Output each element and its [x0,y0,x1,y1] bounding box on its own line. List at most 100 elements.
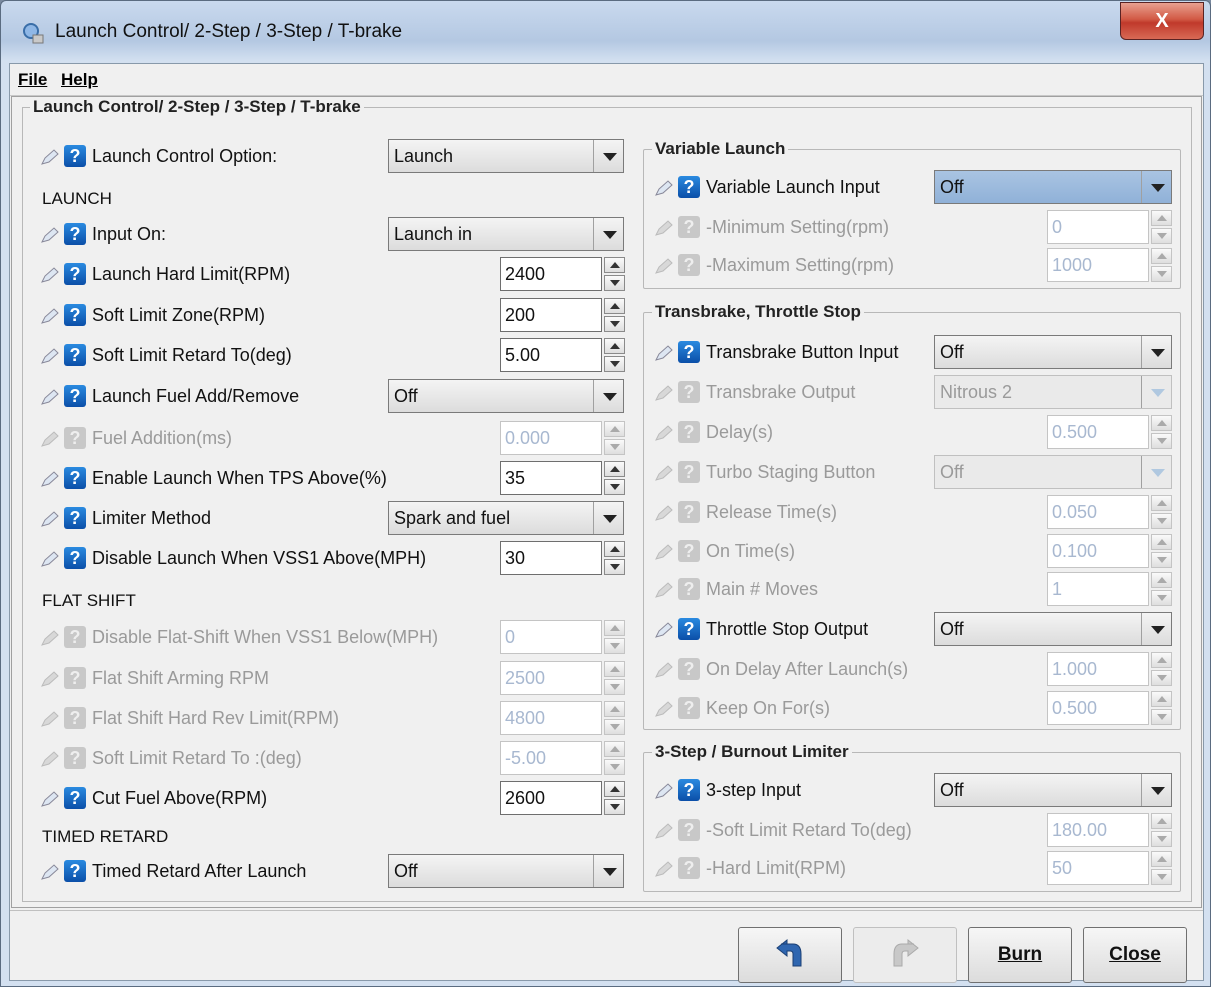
label: Disable Launch When VSS1 Above(MPH) [92,548,427,568]
enable-tps-spinner[interactable]: 35 [500,461,626,495]
pencil-icon[interactable] [40,470,60,488]
disable-vss-spinner[interactable]: 30 [500,541,626,575]
spinner-value[interactable]: 2600 [500,781,602,815]
undo-button[interactable] [738,927,842,983]
help-icon[interactable]: ? [64,385,86,407]
burn-button[interactable]: Burn [968,927,1072,983]
chevron-down-icon [1141,456,1171,488]
spinner-up-icon [1151,248,1172,264]
help-icon[interactable]: ? [678,779,700,801]
spinner-down-icon [604,679,625,695]
spinner-value[interactable]: 30 [500,541,602,575]
close-window-button[interactable]: X [1120,2,1204,40]
spinner-down-icon[interactable] [604,275,625,291]
row-flat-soft-retard: ? Soft Limit Retard To :(deg) [40,741,500,775]
pencil-icon[interactable] [654,344,674,362]
select-value: Spark and fuel [394,508,511,528]
redo-button [853,927,957,983]
timed-retard-select[interactable]: Off [388,854,624,888]
pencil-icon[interactable] [40,388,60,406]
row-turbo-staging: ? Turbo Staging Button [654,455,944,489]
pencil-icon[interactable] [40,266,60,284]
help-icon[interactable]: ? [64,787,86,809]
pencil-icon[interactable] [40,347,60,365]
help-icon[interactable]: ? [678,176,700,198]
spinner-down-icon[interactable] [604,356,625,372]
fuel-add-remove-select[interactable]: Off [388,379,624,413]
spinner-value[interactable]: 5.00 [500,338,602,372]
help-icon[interactable]: ? [64,547,86,569]
spinner-value[interactable]: 2400 [500,257,602,291]
menu-bar: File Help [10,64,1203,96]
spinner-value[interactable]: 35 [500,461,602,495]
pencil-icon[interactable] [40,790,60,808]
row-flat-hard: ? Flat Shift Hard Rev Limit(RPM) [40,701,500,735]
soft-zone-spinner[interactable]: 200 [500,298,626,332]
spinner-down-icon [1151,670,1172,686]
pencil-icon[interactable] [40,148,60,166]
main-group-legend: Launch Control/ 2-Step / 3-Step / T-brak… [30,97,364,117]
launch-option-select[interactable]: Launch [388,139,624,173]
help-icon[interactable]: ? [64,467,86,489]
pencil-icon[interactable] [654,621,674,639]
close-button[interactable]: Close [1083,927,1187,983]
spinner-down-icon[interactable] [604,316,625,332]
cut-fuel-spinner[interactable]: 2600 [500,781,626,815]
pencil-icon[interactable] [654,179,674,197]
row-enable-tps: ? Enable Launch When TPS Above(%) [40,461,500,495]
label: -Hard Limit(RPM) [706,858,847,878]
select-value: Nitrous 2 [940,382,1013,402]
soft-retard-spinner[interactable]: 5.00 [500,338,626,372]
spinner-down-icon [1151,869,1172,885]
row-hard-limit: ? Launch Hard Limit(RPM) [40,257,500,291]
spinner-up-icon [1151,210,1172,226]
spinner-value: 180.00 [1047,813,1149,847]
hard-limit-spinner[interactable]: 2400 [500,257,626,291]
spinner-up-icon[interactable] [604,781,625,797]
throttle-stop-select[interactable]: Off [934,612,1172,646]
label: Launch Fuel Add/Remove [92,386,300,406]
help-icon[interactable]: ? [64,263,86,285]
input-on-select[interactable]: Launch in [388,217,624,251]
pencil-icon[interactable] [40,550,60,568]
spinner-value[interactable]: 200 [500,298,602,332]
pencil-icon[interactable] [654,782,674,800]
help-icon[interactable]: ? [678,618,700,640]
help-icon: ? [678,540,700,562]
help-icon: ? [64,667,86,689]
row-tb-output: ? Transbrake Output [654,375,944,409]
tb-button-select[interactable]: Off [934,335,1172,369]
spinner-down-icon[interactable] [604,559,625,575]
pencil-icon[interactable] [40,863,60,881]
variable-launch-select[interactable]: Off [934,170,1172,204]
group-title: Variable Launch [652,139,789,159]
pencil-icon[interactable] [40,307,60,325]
help-icon[interactable]: ? [64,145,86,167]
limiter-method-select[interactable]: Spark and fuel [388,501,624,535]
pencil-icon[interactable] [40,510,60,528]
help-icon[interactable]: ? [64,344,86,366]
help-icon[interactable]: ? [678,341,700,363]
help-icon[interactable]: ? [64,507,86,529]
title-bar[interactable]: Launch Control/ 2-Step / 3-Step / T-brak… [1,1,1210,63]
help-icon[interactable]: ? [64,860,86,882]
spinner-up-icon[interactable] [604,298,625,314]
spinner-up-icon[interactable] [604,461,625,477]
help-icon[interactable]: ? [64,304,86,326]
menu-help[interactable]: Help [61,70,98,90]
spinner-up-icon[interactable] [604,541,625,557]
row-flat-arming: ? Flat Shift Arming RPM [40,661,500,695]
spinner-down-icon[interactable] [604,799,625,815]
pencil-icon[interactable] [40,226,60,244]
help-icon[interactable]: ? [64,223,86,245]
spinner-down-icon[interactable] [604,479,625,495]
spinner-up-icon[interactable] [604,338,625,354]
3step-input-select[interactable]: Off [934,773,1172,807]
help-icon: ? [678,697,700,719]
chevron-down-icon [1141,336,1171,368]
3step-soft-retard-spinner: 180.00 [1047,813,1173,847]
menu-file[interactable]: File [18,70,47,90]
spinner-up-icon [1151,652,1172,668]
chevron-down-icon [593,140,623,172]
spinner-up-icon[interactable] [604,257,625,273]
